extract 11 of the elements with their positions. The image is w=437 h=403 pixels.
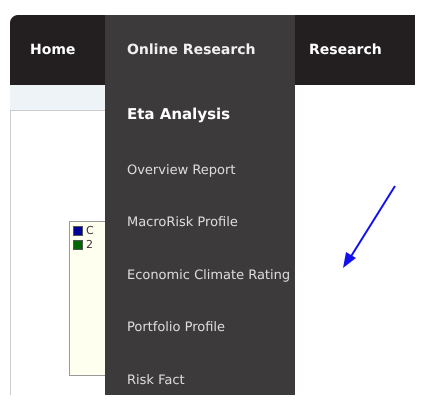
menu-item[interactable]: Economic Climate Rating [127, 260, 290, 290]
nav-tab[interactable]: Home [10, 15, 105, 85]
menu-item[interactable]: Portfolio Profile [127, 313, 226, 342]
menu-item[interactable]: Overview Report [127, 156, 236, 185]
legend-label: 2 [86, 239, 93, 251]
menu-heading: Eta Analysis [127, 104, 232, 125]
nav-tab[interactable]: Online Research [105, 15, 295, 85]
menu-item[interactable]: MacroRisk Profile [127, 208, 238, 238]
legend-label: C [86, 225, 94, 237]
nav-tab[interactable]: Research [295, 15, 396, 85]
menu-item[interactable]: Risk Fact [127, 366, 185, 395]
